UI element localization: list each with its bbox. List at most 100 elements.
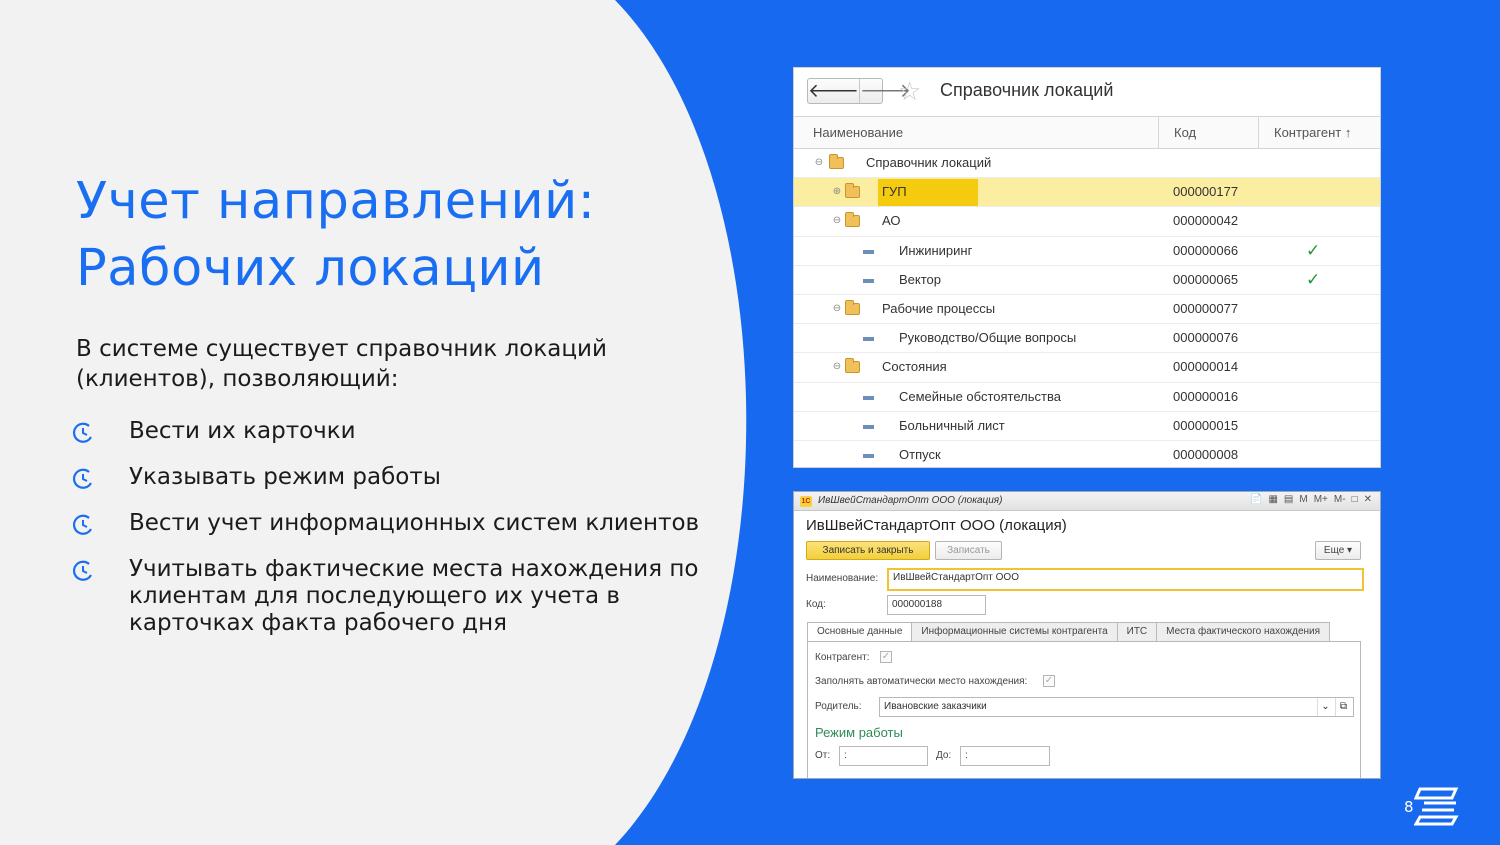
column-header-code[interactable]: Код (1174, 117, 1196, 149)
row-code: 000000014 (1173, 359, 1239, 375)
tab-actual-locations[interactable]: Места фактического нахождения (1157, 622, 1331, 642)
parent-value: Ивановские заказчики (884, 701, 987, 712)
document-icon[interactable]: 📄 (1250, 494, 1262, 505)
name-field[interactable]: ИвШвейСтандартОпт ООО (887, 568, 1364, 591)
app-logo-icon: 1С (800, 496, 812, 507)
table-body: ⊖ Справочник локаций ⊕ ГУП 000000177 ⊖ АО 00000… (794, 149, 1380, 467)
page-number: 8 (1404, 798, 1414, 816)
row-name: Рабочие процессы (882, 300, 996, 316)
tab-main-data[interactable]: Основные данные (807, 622, 913, 642)
collapse-icon[interactable]: ⊖ (814, 158, 824, 168)
parent-field[interactable]: Ивановские заказчики ⌄ ⧉ (879, 697, 1354, 717)
bullet-text: Указывать режим работы (129, 464, 441, 490)
column-header-counterparty[interactable]: Контрагент ↑ (1274, 117, 1351, 149)
row-name: Больничный лист (899, 417, 1005, 433)
grid-icon[interactable]: ▦ (1268, 494, 1277, 505)
row-code: 000000076 (1173, 330, 1239, 346)
arrow-left-icon[interactable]: 🡐 (808, 79, 859, 103)
row-name: Отпуск (899, 446, 941, 462)
checkmark-icon: ✓ (881, 651, 891, 662)
table-row[interactable]: Инжиниринг 000000066 ✓ (794, 237, 1380, 266)
navigation-buttons: 🡐 🡒 (807, 78, 911, 104)
clock-bullet-icon (73, 422, 92, 443)
form-heading: ИвШвейСтандартОпт ООО (локация) (806, 517, 1067, 534)
table-row[interactable]: ⊖ Состояния 000000014 (794, 353, 1380, 383)
tab-its[interactable]: ИТС (1117, 622, 1158, 642)
collapse-icon[interactable]: ⊖ (832, 303, 842, 314)
clock-bullet-icon (73, 514, 92, 535)
row-code: 000000008 (1173, 446, 1239, 462)
expand-icon[interactable]: ⊕ (832, 187, 842, 197)
checkmark-icon: ✓ (1044, 675, 1054, 686)
maximize-icon[interactable]: □ (1352, 494, 1358, 505)
counterparty-label: Контрагент: (815, 652, 870, 663)
table-row[interactable]: Больничный лист 000000015 (794, 412, 1380, 441)
list-icon[interactable]: ▤ (1284, 494, 1293, 505)
to-time-field[interactable]: : (960, 746, 1050, 766)
row-name: ГУП (882, 184, 907, 200)
bullet-text: Учитывать фактические места нахождения п… (129, 556, 699, 636)
memory-minus-icon[interactable]: M- (1334, 494, 1346, 505)
bullet-item: Указывать режим работы (72, 464, 712, 491)
autofill-location-checkbox[interactable]: ✓ (1043, 675, 1055, 687)
table-row[interactable]: ⊕ ГУП 000000177 (794, 178, 1380, 208)
table-row[interactable]: ⊖ Рабочие процессы 000000077 (794, 295, 1380, 325)
counterparty-checkbox[interactable]: ✓ (880, 651, 892, 663)
row-code: 000000177 (1173, 184, 1239, 200)
form-tabs: Основные данные Информационные системы к… (807, 622, 1331, 642)
form-titlebar-text: ИвШвейСтандартОпт ООО (локация) (818, 495, 1003, 506)
open-icon[interactable]: ⧉ (1335, 698, 1351, 716)
from-time-field[interactable]: : (839, 746, 928, 766)
collapse-icon[interactable]: ⊖ (832, 216, 842, 226)
chevron-down-icon[interactable]: ⌄ (1317, 698, 1333, 716)
row-code: 000000015 (1173, 417, 1239, 433)
close-icon[interactable]: ✕ (1364, 494, 1372, 505)
code-label: Код: (806, 599, 826, 610)
row-name: Инжиниринг (899, 242, 973, 258)
table-header: Наименование Код Контрагент ↑ (794, 117, 1380, 149)
bullet-text: Вести их карточки (129, 418, 356, 444)
more-button[interactable]: Еще ▾ (1315, 541, 1361, 560)
table-row[interactable]: Отпуск 000000008 (794, 441, 1380, 467)
folder-icon (845, 183, 860, 199)
row-name: Руководство/Общие вопросы (899, 330, 1077, 346)
clock-bullet-icon (73, 560, 92, 581)
checkmark-icon: ✓ (1306, 269, 1321, 289)
tab-information-systems[interactable]: Информационные системы контрагента (912, 622, 1118, 642)
save-and-close-button[interactable]: Записать и закрыть (806, 541, 930, 560)
save-button[interactable]: Записать (935, 541, 1002, 560)
table-row[interactable]: ⊖ АО 000000042 (794, 207, 1380, 237)
table-row[interactable]: Вектор 000000065 ✓ (794, 266, 1380, 295)
row-name: Семейные обстоятельства (899, 388, 1061, 404)
star-icon[interactable]: ☆ (898, 77, 921, 105)
bullet-list: Вести их карточки Указывать режим работы… (72, 418, 712, 656)
code-field[interactable]: 000000188 (887, 595, 986, 615)
table-row[interactable]: Семейные обстоятельства 000000016 (794, 383, 1380, 412)
row-name: Справочник локаций (866, 155, 992, 170)
table-row[interactable]: ⊖ Справочник локаций (794, 149, 1380, 179)
collapse-icon[interactable]: ⊖ (832, 362, 842, 372)
location-form-window: 1С ИвШвейСтандартОпт ООО (локация) 📄 ▦ ▤… (793, 491, 1381, 779)
slide-lead-text: В системе существует справочник локаций … (76, 336, 607, 392)
item-icon (863, 395, 874, 400)
slide-title-line-2: Рабочих локаций (76, 239, 545, 298)
row-code: 000000016 (1173, 388, 1239, 404)
folder-icon (845, 299, 860, 315)
folder-icon (845, 212, 860, 228)
titlebar-icons: 📄 ▦ ▤ M M+ M- □ ✕ (1250, 494, 1372, 505)
work-schedule-section-title: Режим работы (815, 725, 903, 740)
bullet-text: Вести учет информационных систем клиенто… (129, 510, 700, 536)
checkmark-icon: ✓ (1306, 240, 1321, 260)
directory-toolbar: 🡐 🡒 ☆ Справочник локаций (794, 68, 1380, 117)
column-divider (1158, 117, 1159, 149)
brand-logo-icon (1414, 787, 1459, 826)
memory-icon[interactable]: M (1299, 494, 1307, 505)
table-row[interactable]: Руководство/Общие вопросы 000000076 (794, 324, 1380, 354)
column-header-name[interactable]: Наименование (813, 117, 903, 149)
column-divider (1258, 117, 1259, 149)
memory-plus-icon[interactable]: M+ (1314, 494, 1328, 505)
row-code: 000000042 (1173, 213, 1239, 229)
parent-label: Родитель: (815, 701, 862, 712)
row-name: Состояния (882, 359, 947, 375)
slide-title: Учет направлений: Рабочих локаций (76, 168, 595, 302)
